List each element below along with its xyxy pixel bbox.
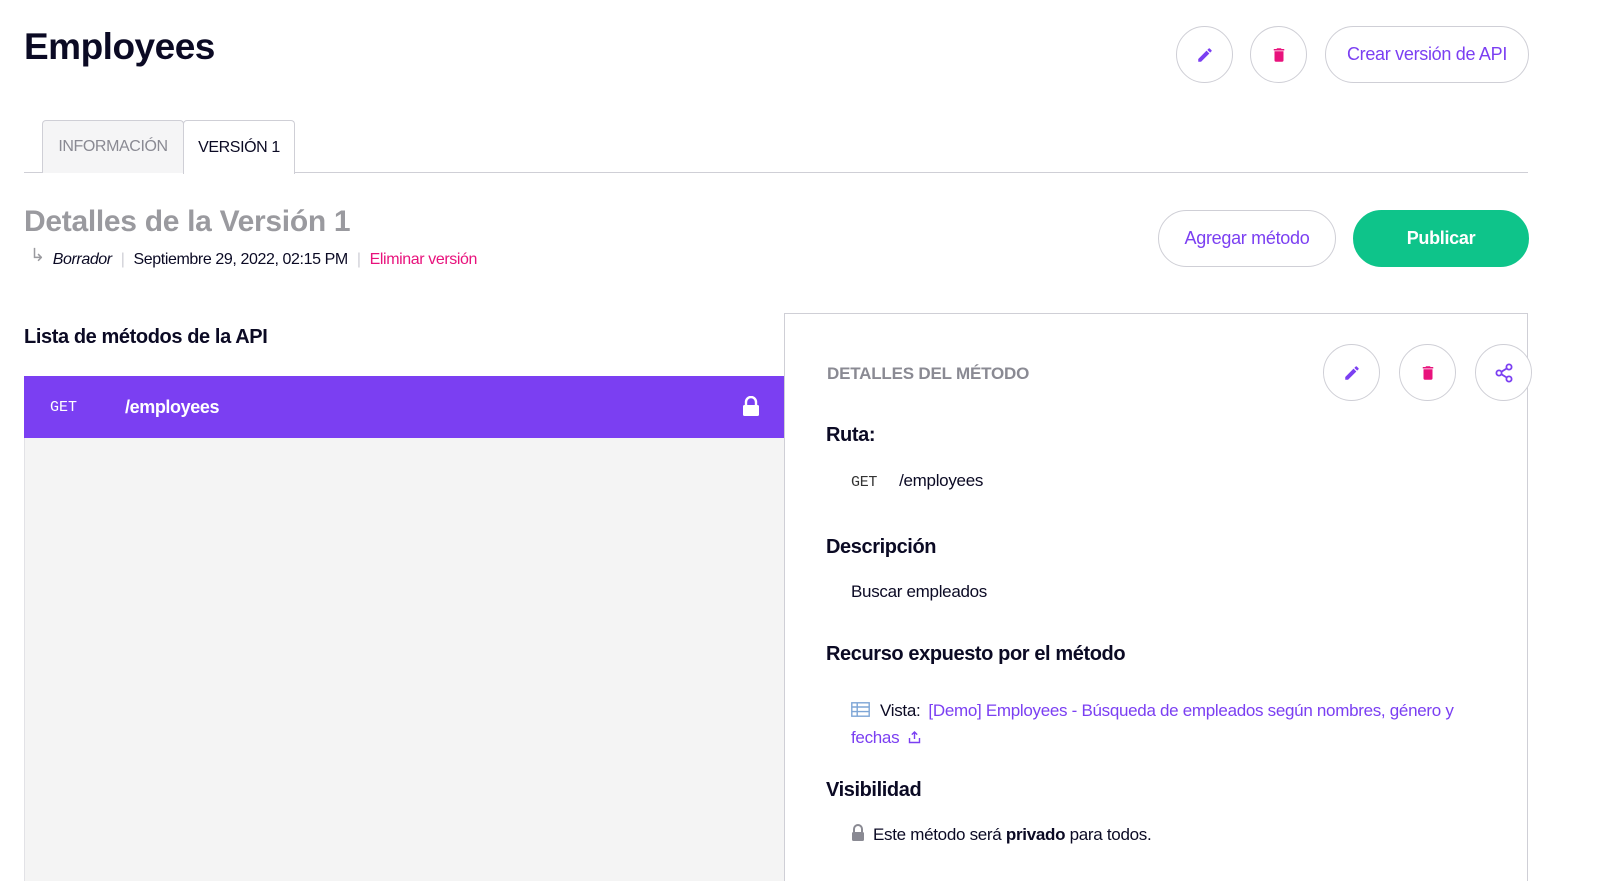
version-date: Septiembre 29, 2022, 02:15 PM bbox=[133, 250, 349, 268]
edit-method-button[interactable] bbox=[1323, 344, 1380, 401]
method-details-panel: DETALLES DEL MÉTODO Ruta: GET/employees … bbox=[784, 313, 1532, 881]
share-method-button[interactable] bbox=[1475, 344, 1532, 401]
route-value: GET/employees bbox=[851, 471, 983, 491]
version-title: Detalles de la Versión 1 bbox=[24, 205, 351, 238]
visibility-text: Este método será privado para todos. bbox=[851, 824, 1152, 845]
publish-button[interactable]: Publicar bbox=[1353, 210, 1529, 267]
visibility-value: privado bbox=[1005, 825, 1066, 844]
delete-api-button[interactable] bbox=[1250, 26, 1307, 83]
route-path: /employees bbox=[899, 471, 984, 490]
resource-label: Vista: bbox=[880, 701, 921, 720]
meta-separator: | bbox=[356, 250, 361, 268]
resource-title: Recurso expuesto por el método bbox=[826, 643, 1126, 665]
pencil-icon bbox=[1197, 47, 1212, 62]
corner-arrow-icon: ↳ bbox=[30, 245, 45, 265]
add-method-button[interactable]: Agregar método bbox=[1158, 210, 1336, 267]
trash-icon bbox=[1422, 365, 1433, 380]
visibility-prefix: Este método será bbox=[873, 825, 1002, 844]
methods-list-panel bbox=[24, 376, 784, 881]
visibility-title: Visibilidad bbox=[826, 779, 922, 801]
lock-icon bbox=[852, 824, 864, 841]
create-api-version-button[interactable]: Crear versión de API bbox=[1325, 26, 1529, 83]
external-link-icon[interactable] bbox=[908, 731, 921, 744]
route-verb: GET bbox=[851, 474, 878, 491]
delete-method-button[interactable] bbox=[1399, 344, 1456, 401]
table-icon bbox=[851, 702, 870, 717]
method-list-item[interactable]: GET /employees bbox=[24, 376, 784, 438]
resource-line: Vista: [Demo] Employees - Búsqueda de emp… bbox=[851, 697, 1501, 751]
method-details-heading: DETALLES DEL MÉTODO bbox=[827, 364, 1030, 383]
description-title: Descripción bbox=[826, 536, 937, 558]
page-title: Employees bbox=[24, 26, 215, 67]
version-meta: ↳ Borrador | Septiembre 29, 2022, 02:15 … bbox=[30, 245, 478, 270]
route-title: Ruta: bbox=[826, 424, 876, 446]
delete-version-link[interactable]: Eliminar versión bbox=[370, 251, 478, 269]
trash-icon bbox=[1273, 47, 1284, 62]
description-text: Buscar empleados bbox=[851, 582, 987, 601]
method-path: /employees bbox=[125, 396, 220, 417]
tab-informacion[interactable]: INFORMACIÓN bbox=[42, 120, 184, 173]
tab-version-1[interactable]: VERSIÓN 1 bbox=[183, 120, 295, 174]
meta-separator: | bbox=[120, 250, 125, 268]
lock-icon bbox=[743, 396, 759, 416]
pencil-icon bbox=[1344, 365, 1359, 380]
version-status: Borrador bbox=[52, 250, 112, 268]
visibility-suffix: para todos. bbox=[1069, 825, 1152, 844]
share-icon bbox=[1495, 363, 1512, 382]
resource-link[interactable]: [Demo] Employees - Búsqueda de empleados… bbox=[851, 701, 1454, 747]
methods-list-heading: Lista de métodos de la API bbox=[24, 326, 268, 348]
method-verb: GET bbox=[50, 398, 78, 416]
edit-api-button[interactable] bbox=[1176, 26, 1233, 83]
